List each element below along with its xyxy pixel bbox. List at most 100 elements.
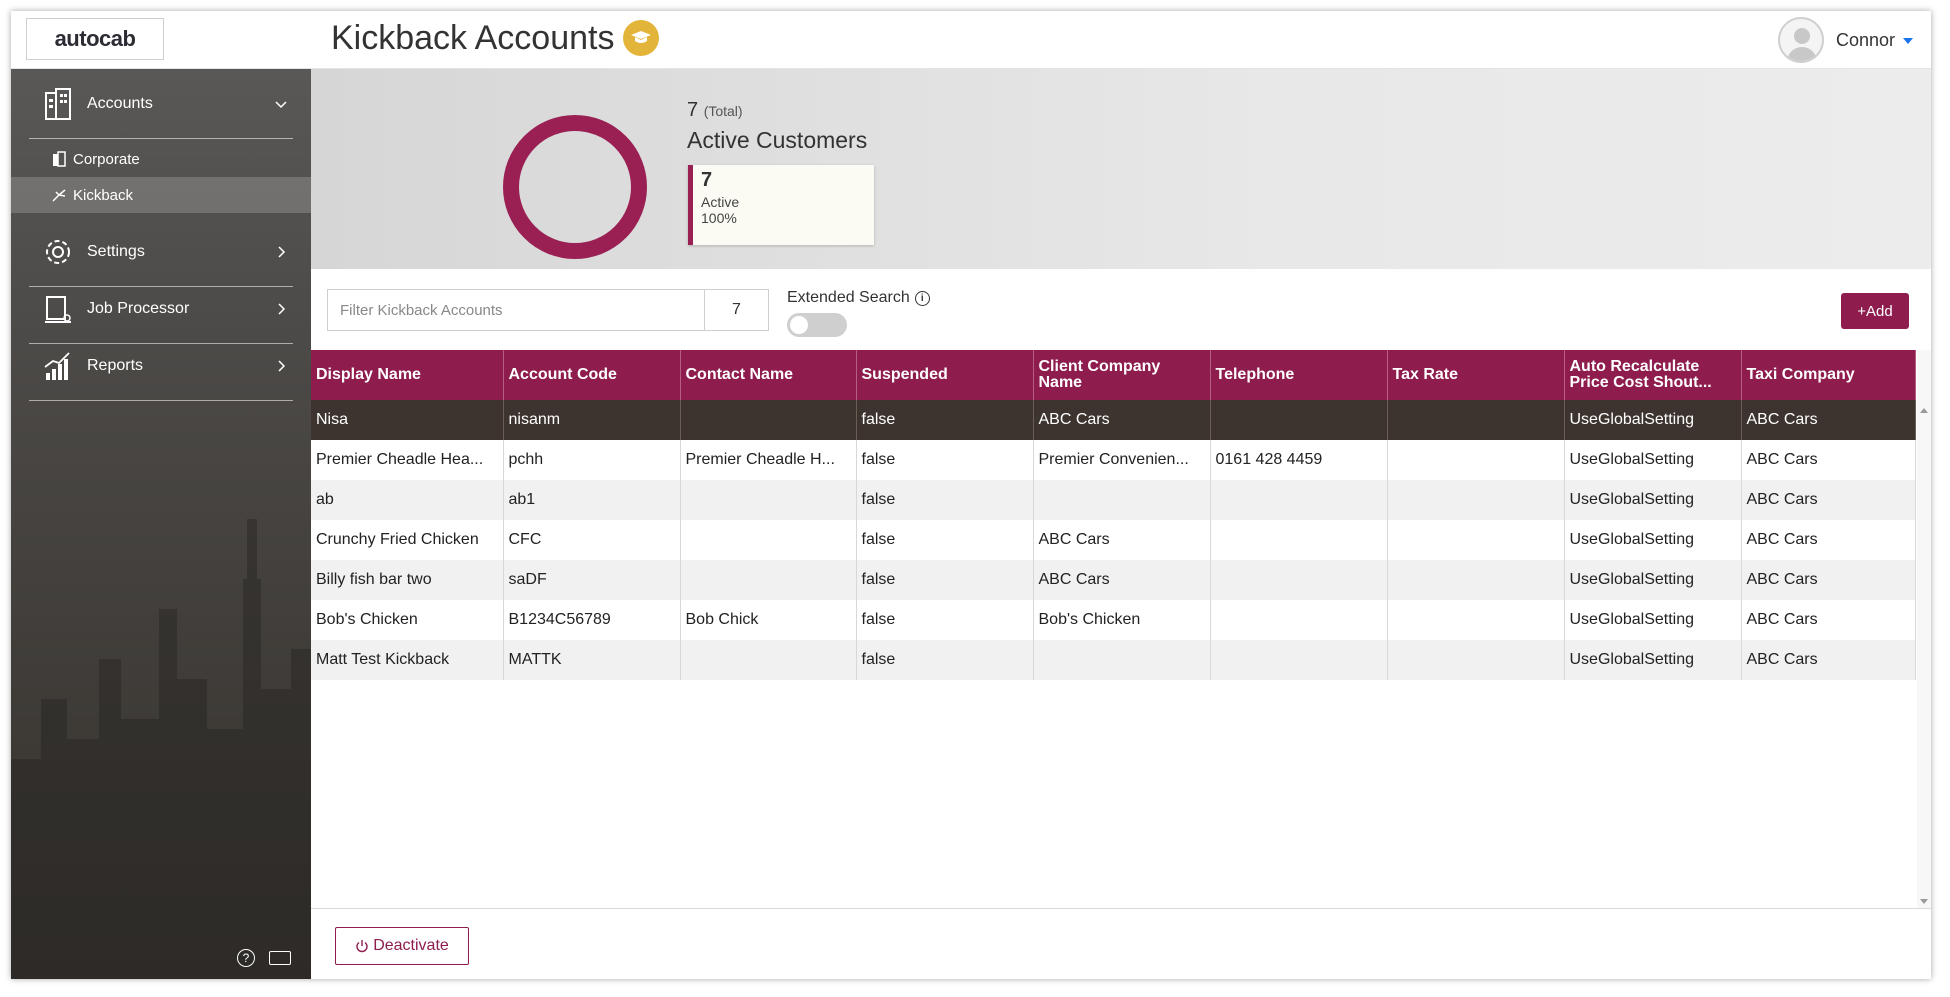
table-cell: false xyxy=(856,600,1034,640)
filter-input[interactable] xyxy=(328,290,704,330)
sidebar-item-kickback[interactable]: Kickback xyxy=(11,177,311,213)
table-cell: ABC Cars xyxy=(1741,520,1916,560)
avatar[interactable] xyxy=(1777,17,1824,63)
table-cell: CFC xyxy=(503,520,681,560)
chevron-down-icon[interactable] xyxy=(1903,38,1913,44)
table-cell: nisanm xyxy=(503,400,681,440)
table-row[interactable]: Nisa nisanm false ABC Cars UseGlobalSetting A… xyxy=(311,400,1916,440)
total-label: (Total) xyxy=(703,103,743,119)
column-header[interactable]: Auto Recalculate Price Cost Shout... xyxy=(1564,350,1742,400)
table-cell: Premier Convenien... xyxy=(1033,440,1211,480)
chevron-down-icon[interactable] xyxy=(275,98,287,110)
table-cell: UseGlobalSetting xyxy=(1564,600,1742,640)
table-cell xyxy=(1387,440,1565,480)
chevron-right-icon[interactable] xyxy=(275,302,287,315)
table-cell: UseGlobalSetting xyxy=(1564,520,1742,560)
accounts-table-container: Display Name Account Code Contact Name S… xyxy=(311,350,1931,908)
sidebar-item-reports[interactable]: Reports xyxy=(29,331,293,401)
autocab-logo[interactable]: autocab xyxy=(26,18,164,60)
active-customers-heading: Active Customers xyxy=(687,127,868,153)
table-cell: ABC Cars xyxy=(1741,640,1916,680)
table-cell xyxy=(680,560,857,600)
chart-icon xyxy=(44,351,70,380)
active-stat-card[interactable]: 7 Active 100% xyxy=(688,165,874,245)
table-cell: 0161 428 4459 xyxy=(1210,440,1388,480)
table-cell: ABC Cars xyxy=(1741,600,1916,640)
table-cell: ab1 xyxy=(503,480,681,520)
table-cell xyxy=(1210,400,1388,440)
table-row[interactable]: Bob's Chicken B1234C56789 Bob Chick false Bo… xyxy=(311,600,1916,640)
table-cell: ABC Cars xyxy=(1741,560,1916,600)
sidebar-item-label: Kickback xyxy=(73,186,134,204)
table-header-row: Display Name Account Code Contact Name S… xyxy=(311,350,1916,400)
table-cell xyxy=(1387,560,1565,600)
table-row[interactable]: Billy fish bar two saDF false ABC Cars UseGl… xyxy=(311,560,1916,600)
table-cell: pchh xyxy=(503,440,681,480)
active-count: 7 xyxy=(701,169,713,191)
table-cell: UseGlobalSetting xyxy=(1564,480,1742,520)
graduation-cap-icon[interactable] xyxy=(623,20,659,56)
sidebar-item-label: Accounts xyxy=(87,94,153,112)
extended-search-label: Extended Search i xyxy=(787,289,930,307)
sidebar-item-accounts[interactable]: Accounts xyxy=(29,69,293,139)
city-skyline-background xyxy=(11,519,311,979)
table-cell: Nisa xyxy=(311,400,504,440)
table-cell: ABC Cars xyxy=(1033,520,1211,560)
table-cell: false xyxy=(856,480,1034,520)
add-button[interactable]: + Add xyxy=(1841,293,1909,329)
column-header[interactable]: Contact Name xyxy=(680,350,857,400)
table-row[interactable]: Premier Cheadle Hea... pchh Premier Cheadl… xyxy=(311,440,1916,480)
table-cell: ABC Cars xyxy=(1741,400,1916,440)
sidebar-item-corporate[interactable]: Corporate xyxy=(11,141,311,177)
table-cell xyxy=(680,400,857,440)
table-cell: saDF xyxy=(503,560,681,600)
keyboard-icon[interactable] xyxy=(269,951,291,965)
deactivate-button[interactable]: Deactivate xyxy=(335,927,469,965)
column-header[interactable]: Tax Rate xyxy=(1387,350,1565,400)
column-header[interactable]: Suspended xyxy=(856,350,1034,400)
sidebar: Accounts Corporate Kickback Settings Job… xyxy=(11,69,311,979)
sidebar-footer: ? xyxy=(237,949,291,967)
table-row[interactable]: Crunchy Fried Chicken CFC false ABC Cars Use… xyxy=(311,520,1916,560)
info-icon[interactable]: i xyxy=(914,290,930,306)
filter-count: 7 xyxy=(704,290,768,330)
column-header[interactable]: Account Code xyxy=(503,350,681,400)
total-count: 7 (Total) xyxy=(687,99,743,122)
table-cell: UseGlobalSetting xyxy=(1564,400,1742,440)
table-cell xyxy=(1033,640,1211,680)
kickback-icon xyxy=(52,189,66,202)
column-header[interactable]: Display Name xyxy=(311,350,504,400)
table-cell xyxy=(1033,480,1211,520)
table-cell: ABC Cars xyxy=(1033,560,1211,600)
user-menu[interactable]: Connor xyxy=(1777,16,1913,64)
table-row[interactable]: Matt Test Kickback MATTK false UseGlobalSet… xyxy=(311,640,1916,680)
column-header[interactable]: Taxi Company xyxy=(1741,350,1916,400)
chevron-right-icon[interactable] xyxy=(275,359,287,372)
building-icon xyxy=(45,87,71,120)
table-cell xyxy=(1387,600,1565,640)
table-cell: ABC Cars xyxy=(1033,400,1211,440)
active-label: Active xyxy=(701,194,740,210)
deactivate-label: Deactivate xyxy=(373,937,449,954)
table-row[interactable]: ab ab1 false UseGlobalSetting ABC Cars xyxy=(311,480,1916,520)
table-cell: B1234C56789 xyxy=(503,600,681,640)
help-icon[interactable]: ? xyxy=(237,949,255,967)
table-cell xyxy=(1210,480,1388,520)
table-cell xyxy=(1387,480,1565,520)
corporate-icon xyxy=(53,151,66,167)
page-title: Kickback Accounts xyxy=(331,19,615,57)
table-body: Nisa nisanm false ABC Cars UseGlobalSetting A… xyxy=(311,400,1916,680)
table-scrollbar[interactable] xyxy=(1917,350,1931,908)
top-header: autocab Kickback Accounts Connor xyxy=(11,11,1931,69)
table-cell: ABC Cars xyxy=(1741,480,1916,520)
gear-icon xyxy=(46,239,70,264)
table-cell: Matt Test Kickback xyxy=(311,640,504,680)
active-customers-donut xyxy=(503,115,647,259)
column-header[interactable]: Telephone xyxy=(1210,350,1388,400)
accounts-table: Display Name Account Code Contact Name S… xyxy=(311,350,1916,680)
extended-search-toggle[interactable] xyxy=(787,313,847,337)
user-name[interactable]: Connor xyxy=(1836,30,1895,51)
plus-icon: + xyxy=(1857,302,1867,320)
chevron-right-icon[interactable] xyxy=(275,245,287,258)
column-header[interactable]: Client Company Name xyxy=(1033,350,1211,400)
